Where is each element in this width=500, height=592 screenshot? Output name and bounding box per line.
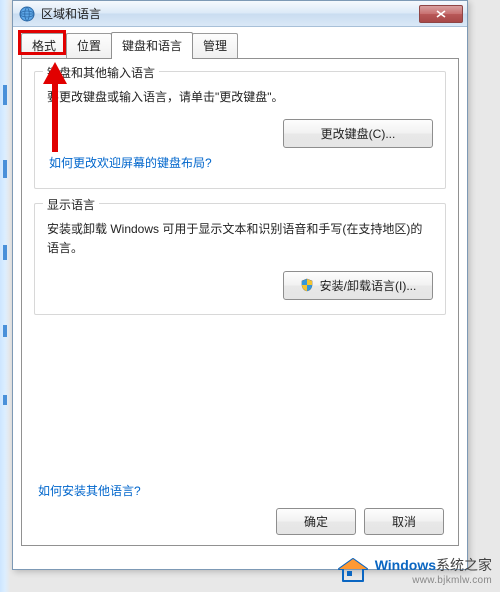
tab-label: 位置 [77,39,101,53]
watermark: Windows系统之家 www.bjkmlw.com [337,555,492,586]
tab-format[interactable]: 格式 [21,33,67,58]
button-label: 确定 [304,513,328,530]
close-icon [436,10,446,18]
group-display-desc: 安装或卸载 Windows 可用于显示文本和识别语音和手写(在支持地区)的语言。 [47,220,433,258]
group-keyboards: 键盘和其他输入语言 要更改键盘或输入语言，请单击"更改键盘"。 更改键盘(C).… [34,71,446,189]
tab-keyboards-languages[interactable]: 键盘和语言 [111,32,193,58]
globe-icon [19,6,35,22]
tab-location[interactable]: 位置 [66,33,112,58]
button-label: 安装/卸载语言(I)... [320,277,417,294]
welcome-screen-keyboard-link[interactable]: 如何更改欢迎屏幕的键盘布局? [49,156,212,170]
tab-label: 管理 [203,39,227,53]
group-display-title: 显示语言 [43,196,99,213]
window-title: 区域和语言 [41,5,419,22]
uac-shield-icon [300,278,314,292]
ok-button[interactable]: 确定 [276,508,356,535]
close-button[interactable] [419,5,463,23]
cancel-button[interactable]: 取消 [364,508,444,535]
button-label: 取消 [392,513,416,530]
watermark-brand: Windows系统之家 [375,555,492,575]
dialog-button-row: 确定 取消 [276,508,444,535]
group-display-language: 显示语言 安装或卸载 Windows 可用于显示文本和识别语音和手写(在支持地区… [34,203,446,314]
tab-strip: 格式 位置 键盘和语言 管理 [21,33,459,58]
how-to-install-languages-link[interactable]: 如何安装其他语言? [38,482,141,499]
desktop-background-edge [0,0,10,592]
button-label: 更改键盘(C)... [321,125,396,142]
tab-label: 键盘和语言 [122,39,182,53]
tab-label: 格式 [32,39,56,53]
watermark-logo-icon [337,557,369,585]
group-keyboards-desc: 要更改键盘或输入语言，请单击"更改键盘"。 [47,88,433,107]
change-keyboards-button[interactable]: 更改键盘(C)... [283,119,433,148]
region-language-window: 区域和语言 格式 位置 键盘和语言 管理 键盘和其他输入语言 要更改键盘或输入语… [12,0,468,570]
install-uninstall-languages-button[interactable]: 安装/卸载语言(I)... [283,271,433,300]
tab-panel: 键盘和其他输入语言 要更改键盘或输入语言，请单击"更改键盘"。 更改键盘(C).… [21,58,459,546]
group-keyboards-title: 键盘和其他输入语言 [43,64,159,81]
tab-administrative[interactable]: 管理 [192,33,238,58]
titlebar[interactable]: 区域和语言 [13,1,467,27]
watermark-url: www.bjkmlw.com [375,575,492,586]
